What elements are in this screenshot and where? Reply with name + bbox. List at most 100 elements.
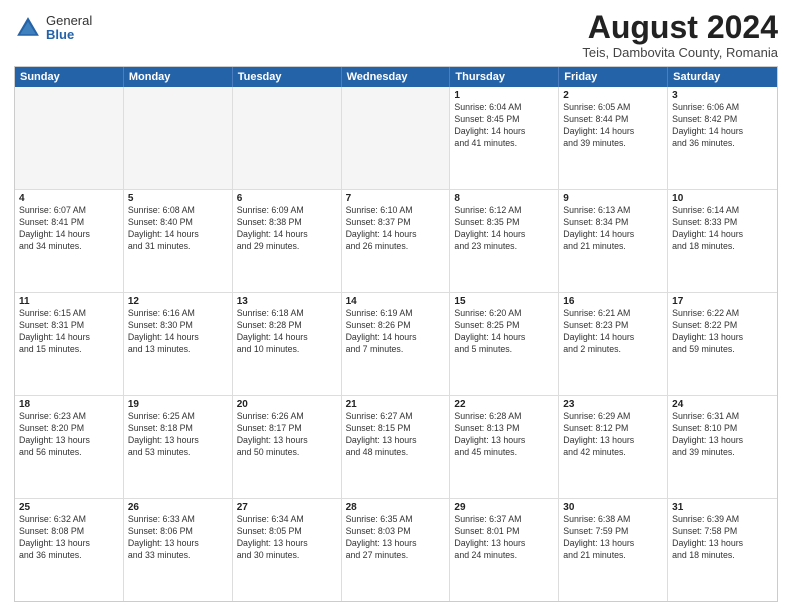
day-info: Sunrise: 6:31 AM Sunset: 8:10 PM Dayligh… <box>672 411 773 459</box>
day-info: Sunrise: 6:18 AM Sunset: 8:28 PM Dayligh… <box>237 308 337 356</box>
day-cell-16: 16Sunrise: 6:21 AM Sunset: 8:23 PM Dayli… <box>559 293 668 395</box>
calendar-row-3: 18Sunrise: 6:23 AM Sunset: 8:20 PM Dayli… <box>15 395 777 498</box>
day-number: 28 <box>346 502 446 513</box>
day-info: Sunrise: 6:34 AM Sunset: 8:05 PM Dayligh… <box>237 514 337 562</box>
calendar-body: 1Sunrise: 6:04 AM Sunset: 8:45 PM Daylig… <box>15 87 777 601</box>
day-cell-9: 9Sunrise: 6:13 AM Sunset: 8:34 PM Daylig… <box>559 190 668 292</box>
day-cell-5: 5Sunrise: 6:08 AM Sunset: 8:40 PM Daylig… <box>124 190 233 292</box>
month-title: August 2024 <box>582 10 778 45</box>
logo-blue-text: Blue <box>46 28 92 42</box>
day-number: 6 <box>237 193 337 204</box>
day-info: Sunrise: 6:35 AM Sunset: 8:03 PM Dayligh… <box>346 514 446 562</box>
day-info: Sunrise: 6:13 AM Sunset: 8:34 PM Dayligh… <box>563 205 663 253</box>
day-cell-2: 2Sunrise: 6:05 AM Sunset: 8:44 PM Daylig… <box>559 87 668 189</box>
calendar-row-1: 4Sunrise: 6:07 AM Sunset: 8:41 PM Daylig… <box>15 189 777 292</box>
day-info: Sunrise: 6:22 AM Sunset: 8:22 PM Dayligh… <box>672 308 773 356</box>
day-cell-24: 24Sunrise: 6:31 AM Sunset: 8:10 PM Dayli… <box>668 396 777 498</box>
day-cell-23: 23Sunrise: 6:29 AM Sunset: 8:12 PM Dayli… <box>559 396 668 498</box>
day-info: Sunrise: 6:07 AM Sunset: 8:41 PM Dayligh… <box>19 205 119 253</box>
day-number: 5 <box>128 193 228 204</box>
logo: General Blue <box>14 14 92 43</box>
day-number: 2 <box>563 90 663 101</box>
calendar-header: SundayMondayTuesdayWednesdayThursdayFrid… <box>15 67 777 87</box>
day-cell-29: 29Sunrise: 6:37 AM Sunset: 8:01 PM Dayli… <box>450 499 559 601</box>
empty-cell <box>124 87 233 189</box>
day-info: Sunrise: 6:23 AM Sunset: 8:20 PM Dayligh… <box>19 411 119 459</box>
day-info: Sunrise: 6:12 AM Sunset: 8:35 PM Dayligh… <box>454 205 554 253</box>
header-day-wednesday: Wednesday <box>342 67 451 87</box>
logo-general-text: General <box>46 14 92 28</box>
day-number: 30 <box>563 502 663 513</box>
day-info: Sunrise: 6:28 AM Sunset: 8:13 PM Dayligh… <box>454 411 554 459</box>
day-info: Sunrise: 6:08 AM Sunset: 8:40 PM Dayligh… <box>128 205 228 253</box>
day-info: Sunrise: 6:38 AM Sunset: 7:59 PM Dayligh… <box>563 514 663 562</box>
day-info: Sunrise: 6:19 AM Sunset: 8:26 PM Dayligh… <box>346 308 446 356</box>
day-info: Sunrise: 6:15 AM Sunset: 8:31 PM Dayligh… <box>19 308 119 356</box>
day-number: 1 <box>454 90 554 101</box>
day-info: Sunrise: 6:39 AM Sunset: 7:58 PM Dayligh… <box>672 514 773 562</box>
day-number: 21 <box>346 399 446 410</box>
calendar-row-0: 1Sunrise: 6:04 AM Sunset: 8:45 PM Daylig… <box>15 87 777 189</box>
header-day-thursday: Thursday <box>450 67 559 87</box>
empty-cell <box>342 87 451 189</box>
day-number: 31 <box>672 502 773 513</box>
day-number: 25 <box>19 502 119 513</box>
day-info: Sunrise: 6:06 AM Sunset: 8:42 PM Dayligh… <box>672 102 773 150</box>
day-info: Sunrise: 6:04 AM Sunset: 8:45 PM Dayligh… <box>454 102 554 150</box>
day-cell-12: 12Sunrise: 6:16 AM Sunset: 8:30 PM Dayli… <box>124 293 233 395</box>
day-number: 24 <box>672 399 773 410</box>
day-info: Sunrise: 6:29 AM Sunset: 8:12 PM Dayligh… <box>563 411 663 459</box>
day-cell-15: 15Sunrise: 6:20 AM Sunset: 8:25 PM Dayli… <box>450 293 559 395</box>
day-number: 4 <box>19 193 119 204</box>
day-info: Sunrise: 6:16 AM Sunset: 8:30 PM Dayligh… <box>128 308 228 356</box>
header-day-saturday: Saturday <box>668 67 777 87</box>
day-cell-28: 28Sunrise: 6:35 AM Sunset: 8:03 PM Dayli… <box>342 499 451 601</box>
day-cell-3: 3Sunrise: 6:06 AM Sunset: 8:42 PM Daylig… <box>668 87 777 189</box>
day-cell-27: 27Sunrise: 6:34 AM Sunset: 8:05 PM Dayli… <box>233 499 342 601</box>
header-day-friday: Friday <box>559 67 668 87</box>
day-number: 3 <box>672 90 773 101</box>
day-cell-7: 7Sunrise: 6:10 AM Sunset: 8:37 PM Daylig… <box>342 190 451 292</box>
calendar: SundayMondayTuesdayWednesdayThursdayFrid… <box>14 66 778 602</box>
logo-text: General Blue <box>46 14 92 43</box>
header-day-tuesday: Tuesday <box>233 67 342 87</box>
header-day-sunday: Sunday <box>15 67 124 87</box>
day-info: Sunrise: 6:27 AM Sunset: 8:15 PM Dayligh… <box>346 411 446 459</box>
day-cell-10: 10Sunrise: 6:14 AM Sunset: 8:33 PM Dayli… <box>668 190 777 292</box>
day-number: 17 <box>672 296 773 307</box>
day-cell-30: 30Sunrise: 6:38 AM Sunset: 7:59 PM Dayli… <box>559 499 668 601</box>
day-number: 7 <box>346 193 446 204</box>
day-number: 13 <box>237 296 337 307</box>
day-info: Sunrise: 6:21 AM Sunset: 8:23 PM Dayligh… <box>563 308 663 356</box>
logo-icon <box>14 14 42 42</box>
location: Teis, Dambovita County, Romania <box>582 45 778 60</box>
empty-cell <box>15 87 124 189</box>
day-number: 18 <box>19 399 119 410</box>
day-number: 22 <box>454 399 554 410</box>
day-number: 10 <box>672 193 773 204</box>
day-number: 16 <box>563 296 663 307</box>
day-cell-19: 19Sunrise: 6:25 AM Sunset: 8:18 PM Dayli… <box>124 396 233 498</box>
page: General Blue August 2024 Teis, Dambovita… <box>0 0 792 612</box>
day-cell-14: 14Sunrise: 6:19 AM Sunset: 8:26 PM Dayli… <box>342 293 451 395</box>
day-cell-6: 6Sunrise: 6:09 AM Sunset: 8:38 PM Daylig… <box>233 190 342 292</box>
empty-cell <box>233 87 342 189</box>
day-info: Sunrise: 6:09 AM Sunset: 8:38 PM Dayligh… <box>237 205 337 253</box>
day-number: 8 <box>454 193 554 204</box>
day-cell-11: 11Sunrise: 6:15 AM Sunset: 8:31 PM Dayli… <box>15 293 124 395</box>
day-info: Sunrise: 6:14 AM Sunset: 8:33 PM Dayligh… <box>672 205 773 253</box>
day-info: Sunrise: 6:25 AM Sunset: 8:18 PM Dayligh… <box>128 411 228 459</box>
day-cell-21: 21Sunrise: 6:27 AM Sunset: 8:15 PM Dayli… <box>342 396 451 498</box>
day-number: 29 <box>454 502 554 513</box>
day-info: Sunrise: 6:26 AM Sunset: 8:17 PM Dayligh… <box>237 411 337 459</box>
day-info: Sunrise: 6:10 AM Sunset: 8:37 PM Dayligh… <box>346 205 446 253</box>
day-number: 27 <box>237 502 337 513</box>
day-number: 19 <box>128 399 228 410</box>
day-cell-13: 13Sunrise: 6:18 AM Sunset: 8:28 PM Dayli… <box>233 293 342 395</box>
day-number: 20 <box>237 399 337 410</box>
day-number: 14 <box>346 296 446 307</box>
day-info: Sunrise: 6:20 AM Sunset: 8:25 PM Dayligh… <box>454 308 554 356</box>
day-cell-1: 1Sunrise: 6:04 AM Sunset: 8:45 PM Daylig… <box>450 87 559 189</box>
header: General Blue August 2024 Teis, Dambovita… <box>14 10 778 60</box>
day-number: 23 <box>563 399 663 410</box>
